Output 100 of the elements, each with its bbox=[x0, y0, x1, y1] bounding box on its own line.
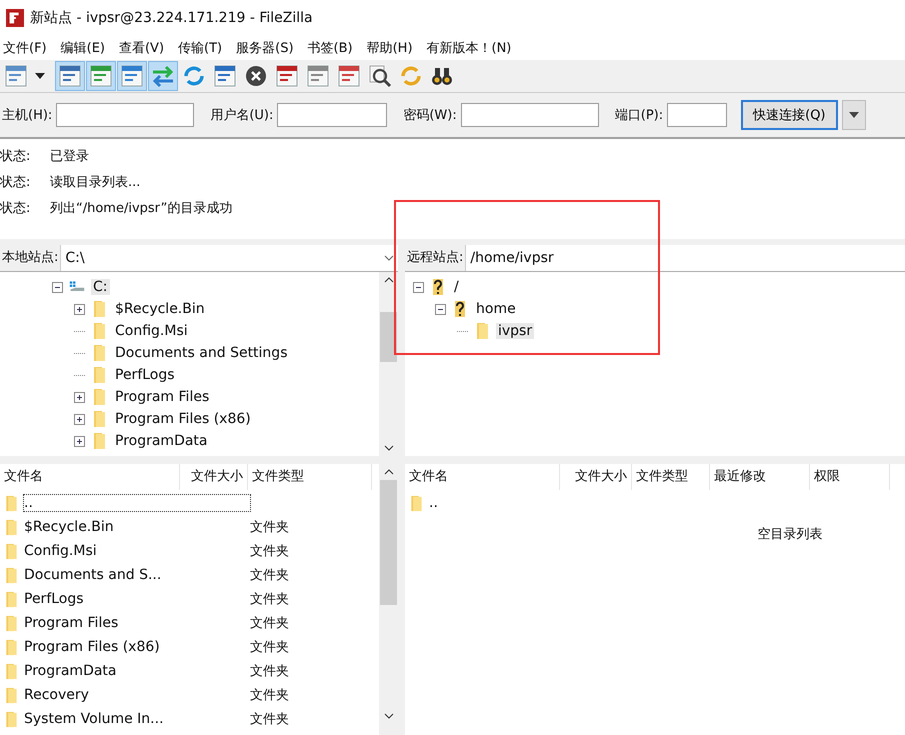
scroll-thumb[interactable] bbox=[380, 312, 397, 362]
quickconnect-button[interactable]: 快速连接(Q) bbox=[741, 100, 838, 130]
column-header[interactable]: 文件大小 bbox=[180, 464, 248, 490]
menu-item[interactable]: 书签(B) bbox=[308, 39, 353, 57]
site-label: 本地站点: bbox=[0, 245, 62, 271]
column-header[interactable]: 文件大小 bbox=[560, 464, 632, 490]
folder-icon bbox=[4, 494, 18, 512]
folder-icon bbox=[4, 638, 18, 656]
transfer-arrows-icon[interactable] bbox=[149, 62, 177, 90]
menu-item[interactable]: 传输(T) bbox=[178, 39, 222, 57]
folder-icon bbox=[4, 686, 18, 704]
log-message: 列出“/home/ivpsr”的目录成功 bbox=[50, 200, 232, 217]
column-header[interactable]: 最近修改 bbox=[710, 464, 810, 490]
folder-icon bbox=[474, 322, 490, 340]
input-field[interactable] bbox=[667, 103, 728, 127]
question-folder-icon bbox=[452, 300, 468, 318]
expand-toggle[interactable] bbox=[74, 392, 85, 402]
dropdown-button[interactable] bbox=[842, 100, 866, 130]
menu-item[interactable]: 帮助(H) bbox=[366, 39, 413, 57]
tree-item[interactable]: Documents and Settings bbox=[113, 345, 290, 361]
file-type: 文件夹 bbox=[250, 543, 289, 560]
scroll-thumb[interactable] bbox=[380, 480, 397, 605]
column-header[interactable]: 文件名 bbox=[405, 464, 560, 490]
folder-icon bbox=[91, 388, 107, 406]
tree-item[interactable]: C: bbox=[91, 279, 110, 295]
menu-item[interactable]: 有新版本！(N) bbox=[426, 39, 512, 57]
log-message: 读取目录列表... bbox=[50, 174, 140, 191]
file-type: 文件夹 bbox=[250, 711, 289, 728]
file-name[interactable]: Recovery bbox=[24, 687, 250, 703]
folder-icon bbox=[4, 710, 18, 728]
folder-icon bbox=[4, 518, 18, 536]
menu-item[interactable]: 查看(V) bbox=[118, 39, 164, 57]
file-name[interactable]: .. bbox=[24, 495, 250, 511]
menu-item[interactable]: 文件(F) bbox=[3, 39, 47, 57]
file-name[interactable]: Program Files (x86) bbox=[24, 639, 250, 655]
menu-item[interactable]: 服务器(S) bbox=[236, 39, 294, 57]
caret-icon bbox=[35, 73, 45, 79]
field-label: 密码(W): bbox=[403, 107, 457, 124]
tree-item[interactable]: Program Files bbox=[113, 389, 212, 405]
column-header[interactable]: 文件类型 bbox=[632, 464, 710, 490]
file-name[interactable]: Documents and S... bbox=[24, 567, 250, 583]
column-header[interactable]: 权限 bbox=[810, 464, 890, 490]
folder-icon bbox=[4, 614, 18, 632]
folder-icon bbox=[91, 344, 107, 362]
file-name[interactable]: .. bbox=[429, 495, 655, 511]
log-message: 已登录 bbox=[50, 148, 89, 165]
site-label: 远程站点: bbox=[405, 245, 466, 271]
tree-item[interactable]: / bbox=[452, 279, 461, 295]
file-name[interactable]: System Volume In... bbox=[24, 711, 250, 727]
collapse-toggle[interactable] bbox=[52, 282, 63, 292]
file-name[interactable]: PerfLogs bbox=[24, 591, 250, 607]
file-type: 文件夹 bbox=[250, 663, 289, 680]
tree-item[interactable]: home bbox=[474, 301, 518, 317]
app-logo-icon bbox=[6, 9, 24, 27]
folder-icon bbox=[91, 410, 107, 428]
toolbar-icon[interactable] bbox=[56, 62, 84, 90]
tree-item[interactable]: $Recycle.Bin bbox=[113, 301, 207, 317]
folder-icon bbox=[409, 494, 423, 512]
field-label: 用户名(U): bbox=[210, 107, 274, 124]
tree-item[interactable]: Program Files (x86) bbox=[113, 411, 253, 427]
folder-icon bbox=[91, 432, 107, 450]
tree-item[interactable]: ivpsr bbox=[496, 323, 534, 339]
tree-item[interactable]: PerfLogs bbox=[113, 367, 177, 383]
expand-toggle[interactable] bbox=[74, 414, 85, 424]
folder-icon bbox=[91, 300, 107, 318]
toolbar-icon[interactable] bbox=[87, 62, 115, 90]
file-name[interactable]: $Recycle.Bin bbox=[24, 519, 250, 535]
log-prefix: 状态: bbox=[0, 148, 32, 165]
menu-item[interactable]: 编辑(E) bbox=[60, 39, 105, 57]
path-combobox[interactable]: C:\ bbox=[61, 245, 398, 271]
path-field[interactable]: /home/ivpsr bbox=[466, 245, 905, 271]
folder-icon bbox=[4, 542, 18, 560]
toolbar-icon[interactable] bbox=[118, 62, 146, 90]
expand-toggle[interactable] bbox=[74, 436, 85, 446]
folder-icon bbox=[91, 322, 107, 340]
file-type: 文件夹 bbox=[250, 687, 289, 704]
file-type: 文件夹 bbox=[250, 639, 289, 656]
log-prefix: 状态: bbox=[0, 200, 32, 217]
window-title: 新站点 - ivpsr@23.224.171.219 - FileZilla bbox=[30, 9, 313, 27]
expand-toggle[interactable] bbox=[74, 304, 85, 314]
file-name[interactable]: Program Files bbox=[24, 615, 250, 631]
folder-icon bbox=[4, 662, 18, 680]
collapse-toggle[interactable] bbox=[413, 282, 424, 292]
file-type: 文件夹 bbox=[250, 567, 289, 584]
input-field[interactable] bbox=[277, 103, 388, 127]
folder-icon bbox=[4, 566, 18, 584]
tree-item[interactable]: Config.Msi bbox=[113, 323, 190, 339]
column-header[interactable]: 文件名 bbox=[0, 464, 180, 490]
column-header[interactable]: 文件类型 bbox=[248, 464, 372, 490]
folder-icon bbox=[4, 590, 18, 608]
tree-item[interactable]: ProgramData bbox=[113, 433, 210, 449]
file-name[interactable]: ProgramData bbox=[24, 663, 250, 679]
collapse-toggle[interactable] bbox=[435, 304, 446, 314]
folder-icon bbox=[91, 366, 107, 384]
empty-message: 空目录列表 bbox=[756, 526, 824, 543]
question-folder-icon bbox=[430, 278, 446, 296]
file-name[interactable]: Config.Msi bbox=[24, 543, 250, 559]
chevron-down-icon[interactable] bbox=[384, 255, 394, 261]
input-field[interactable] bbox=[460, 103, 599, 127]
input-field[interactable] bbox=[56, 103, 194, 127]
